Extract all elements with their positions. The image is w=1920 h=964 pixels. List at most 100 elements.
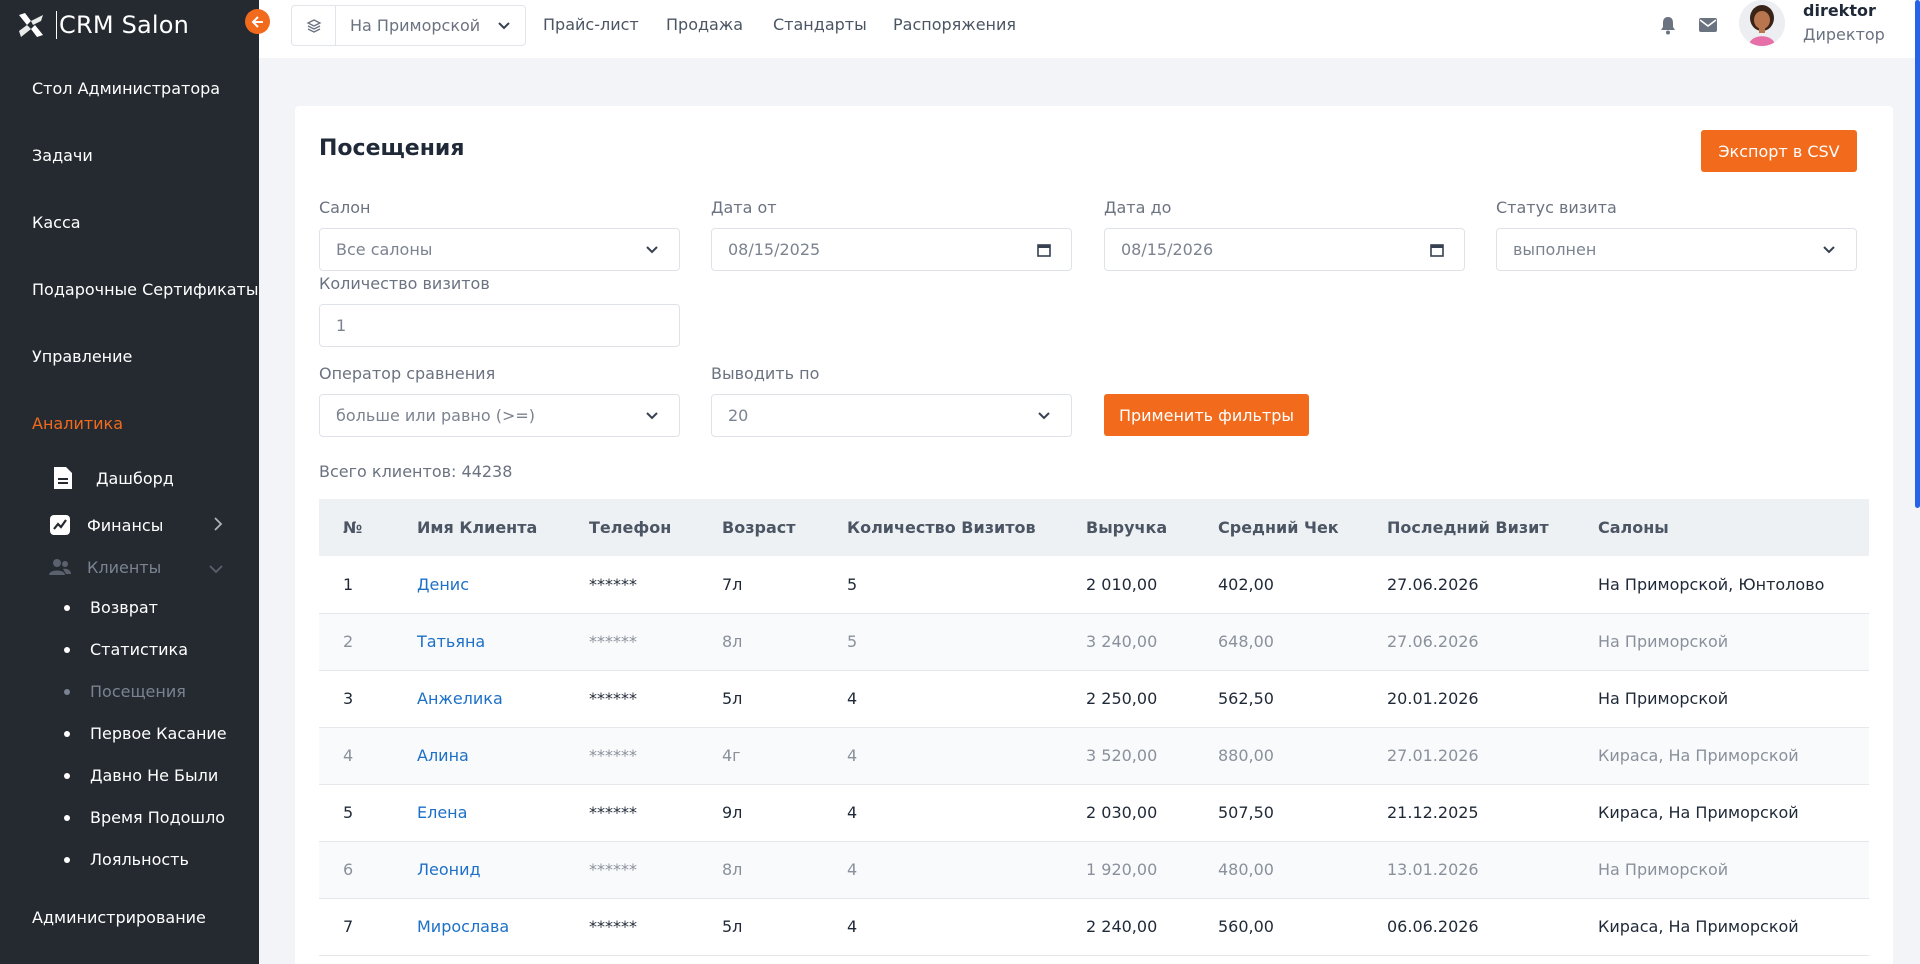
sidebar-item-clients[interactable]: Клиенты bbox=[48, 555, 161, 579]
nav-standards[interactable]: Стандарты bbox=[773, 15, 867, 34]
sidebar-item-dashboard[interactable]: Дашборд bbox=[50, 465, 174, 491]
cell-salons: На Приморской bbox=[1574, 613, 1869, 671]
sidebar-item-administration[interactable]: Администрирование bbox=[32, 908, 206, 927]
cell-revenue: 2 010,00 bbox=[1062, 556, 1194, 614]
sidebar-item-long-absent[interactable]: Давно Не Были bbox=[64, 766, 218, 785]
visits-table: № Имя Клиента Телефон Возраст Количество… bbox=[319, 499, 1869, 956]
client-link[interactable]: Анжелика bbox=[417, 689, 503, 708]
calendar-icon[interactable] bbox=[1035, 241, 1053, 259]
cell-client-name: Леонид bbox=[393, 841, 565, 899]
cell-last-visit: 27.01.2026 bbox=[1363, 727, 1574, 785]
cell-average-check: 880,00 bbox=[1194, 727, 1363, 785]
sidebar-item-gift-certificates[interactable]: Подарочные Сертификаты bbox=[32, 280, 259, 299]
client-link[interactable]: Татьяна bbox=[417, 632, 485, 651]
mail-icon[interactable] bbox=[1697, 14, 1719, 36]
col-salons[interactable]: Салоны bbox=[1574, 499, 1869, 556]
cell-salons: На Приморской bbox=[1574, 670, 1869, 728]
visit-status-label: Статус визита bbox=[1496, 198, 1617, 217]
document-icon bbox=[50, 465, 76, 491]
export-csv-button[interactable]: Экспорт в CSV bbox=[1701, 130, 1857, 172]
cell-phone: ****** bbox=[565, 898, 698, 956]
client-link[interactable]: Мирослава bbox=[417, 917, 509, 936]
cell-average-check: 648,00 bbox=[1194, 613, 1363, 671]
client-link[interactable]: Алина bbox=[417, 746, 469, 765]
date-to-label: Дата до bbox=[1104, 198, 1172, 217]
sidebar-item-returns[interactable]: Возврат bbox=[64, 598, 158, 617]
cell-salons: Кираса, На Приморской bbox=[1574, 727, 1869, 785]
nav-price-list[interactable]: Прайс-лист bbox=[543, 15, 639, 34]
sidebar-item-analytics[interactable]: Аналитика bbox=[32, 414, 123, 433]
visits-card: Посещения Экспорт в CSV Салон Все салоны… bbox=[295, 106, 1893, 964]
sidebar-item-label: Финансы bbox=[87, 515, 164, 535]
cell-visits-count: 4 bbox=[823, 898, 1062, 956]
sidebar-item-label: Клиенты bbox=[87, 557, 162, 577]
bullet-icon bbox=[64, 688, 70, 695]
col-revenue[interactable]: Выручка bbox=[1062, 499, 1194, 556]
bell-icon[interactable] bbox=[1657, 14, 1679, 36]
cell-client-name: Алина bbox=[393, 727, 565, 785]
cell-number: 7 bbox=[319, 898, 393, 956]
cell-revenue: 2 250,00 bbox=[1062, 670, 1194, 728]
logo[interactable]: CRM Salon bbox=[0, 0, 259, 50]
col-visits-count[interactable]: Количество Визитов bbox=[823, 499, 1062, 556]
cell-revenue: 3 240,00 bbox=[1062, 613, 1194, 671]
sidebar-item-time-has-come[interactable]: Время Подошло bbox=[64, 808, 225, 827]
operator-select[interactable]: больше или равно (>=) bbox=[319, 394, 680, 437]
app-title: CRM Salon bbox=[56, 11, 189, 39]
sidebar-item-finance[interactable]: Финансы bbox=[48, 513, 163, 537]
cell-phone: ****** bbox=[565, 670, 698, 728]
cell-number: 2 bbox=[319, 613, 393, 671]
table-row: 3 Анжелика ****** 5л 4 2 250,00 562,50 2… bbox=[319, 670, 1869, 728]
calendar-icon[interactable] bbox=[1428, 241, 1446, 259]
nav-sale[interactable]: Продажа bbox=[666, 15, 743, 34]
cell-age: 8л bbox=[698, 613, 823, 671]
cell-average-check: 480,00 bbox=[1194, 841, 1363, 899]
sidebar-item-tasks[interactable]: Задачи bbox=[32, 146, 93, 165]
cell-phone: ****** bbox=[565, 556, 698, 614]
salon-select[interactable]: На Приморской bbox=[291, 5, 526, 46]
visits-count-label: Количество визитов bbox=[319, 274, 490, 293]
col-age[interactable]: Возраст bbox=[698, 499, 823, 556]
cell-phone: ****** bbox=[565, 841, 698, 899]
avatar[interactable] bbox=[1739, 0, 1785, 46]
col-number[interactable]: № bbox=[319, 499, 393, 556]
col-average-check[interactable]: Средний Чек bbox=[1194, 499, 1363, 556]
cell-client-name: Анжелика bbox=[393, 670, 565, 728]
salon-filter-select[interactable]: Все салоны bbox=[319, 228, 680, 271]
date-from-value: 08/15/2025 bbox=[728, 240, 821, 259]
chevron-down-icon bbox=[497, 16, 511, 35]
cell-revenue: 2 240,00 bbox=[1062, 898, 1194, 956]
sidebar-collapse-button[interactable] bbox=[245, 9, 270, 34]
cell-visits-count: 5 bbox=[823, 556, 1062, 614]
sidebar-item-cash[interactable]: Касса bbox=[32, 213, 81, 232]
sidebar-item-statistics[interactable]: Статистика bbox=[64, 640, 188, 659]
per-page-select[interactable]: 20 bbox=[711, 394, 1072, 437]
col-client-name[interactable]: Имя Клиента bbox=[393, 499, 565, 556]
client-link[interactable]: Елена bbox=[417, 803, 467, 822]
cell-average-check: 402,00 bbox=[1194, 556, 1363, 614]
visit-status-select[interactable]: выполнен bbox=[1496, 228, 1857, 271]
sidebar-item-loyalty[interactable]: Лояльность bbox=[64, 850, 189, 869]
client-link[interactable]: Леонид bbox=[417, 860, 481, 879]
client-link[interactable]: Денис bbox=[417, 575, 469, 594]
cell-last-visit: 13.01.2026 bbox=[1363, 841, 1574, 899]
sidebar-item-label: Дашборд bbox=[96, 468, 174, 488]
nav-orders[interactable]: Распоряжения bbox=[893, 15, 1016, 34]
arrow-left-icon bbox=[251, 15, 263, 28]
chart-icon bbox=[48, 513, 72, 537]
sidebar-item-first-touch[interactable]: Первое Касание bbox=[64, 724, 227, 743]
user-name[interactable]: direktor bbox=[1803, 1, 1876, 20]
col-phone[interactable]: Телефон bbox=[565, 499, 698, 556]
sidebar-item-management[interactable]: Управление bbox=[32, 347, 132, 366]
table-row: 4 Алина ****** 4г 4 3 520,00 880,00 27.0… bbox=[319, 727, 1869, 785]
sidebar-item-visits[interactable]: Посещения bbox=[64, 682, 186, 701]
date-from-input[interactable]: 08/15/2025 bbox=[711, 228, 1072, 271]
sidebar-item-admin-desk[interactable]: Стол Администратора bbox=[32, 79, 220, 98]
cell-revenue: 1 920,00 bbox=[1062, 841, 1194, 899]
date-to-input[interactable]: 08/15/2026 bbox=[1104, 228, 1465, 271]
visits-count-input[interactable]: 1 bbox=[319, 304, 680, 347]
apply-filters-button[interactable]: Применить фильтры bbox=[1104, 394, 1309, 436]
page-scrollbar[interactable] bbox=[1915, 0, 1920, 508]
cell-client-name: Татьяна bbox=[393, 613, 565, 671]
col-last-visit[interactable]: Последний Визит bbox=[1363, 499, 1574, 556]
